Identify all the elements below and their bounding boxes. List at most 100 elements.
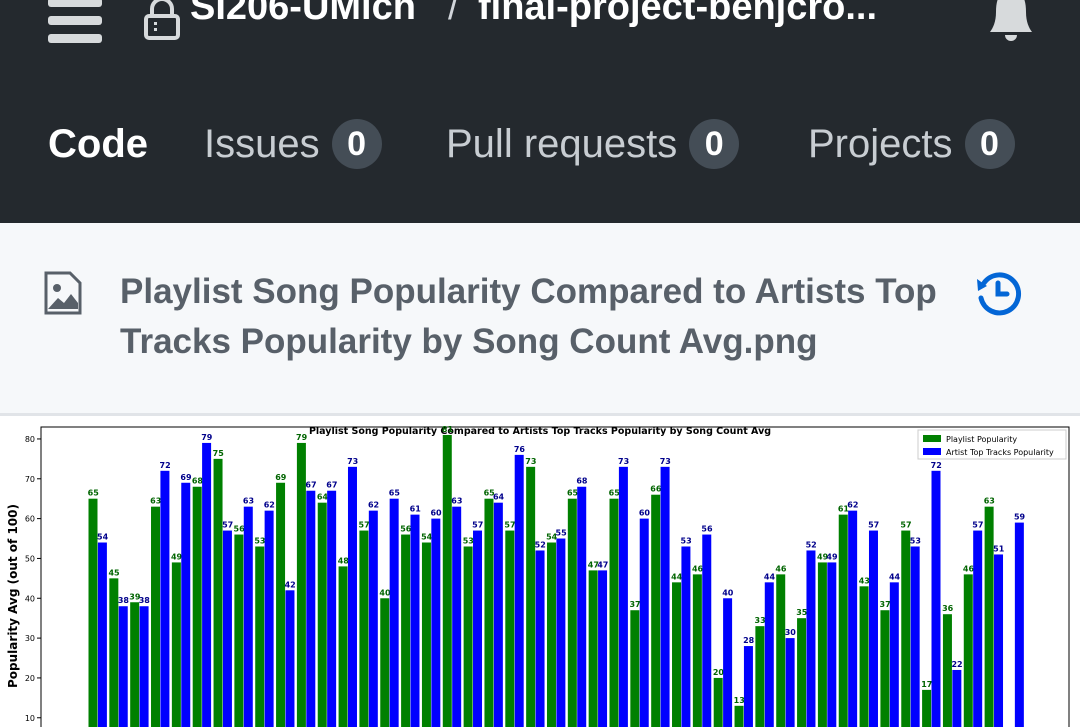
playlist-popularity-bar (984, 506, 994, 727)
playlist-value-label: 35 (796, 608, 808, 617)
artist-value-label: 69 (180, 473, 192, 482)
playlist-value-label: 17 (921, 680, 932, 689)
artist-value-label: 44 (889, 572, 901, 581)
legend-label: Playlist Popularity (946, 435, 1017, 444)
artist-value-label: 40 (722, 588, 734, 597)
tab-code[interactable]: Code (48, 118, 148, 170)
chart-title: Playlist Song Popularity Compared to Art… (309, 426, 771, 437)
artist-value-label: 72 (931, 461, 942, 470)
artist-value-label: 30 (785, 628, 797, 637)
playlist-value-label: 46 (692, 564, 704, 573)
playlist-value-label: 37 (880, 600, 891, 609)
tab-issues[interactable]: Issues 0 (204, 118, 382, 170)
playlist-value-label: 65 (567, 489, 579, 498)
playlist-value-label: 75 (213, 449, 225, 458)
playlist-value-label: 69 (275, 473, 287, 482)
playlist-popularity-bar (734, 705, 744, 727)
history-icon[interactable] (974, 269, 1022, 317)
y-tick-label: 70 (25, 475, 35, 484)
playlist-popularity-bar (588, 570, 598, 727)
artist-value-label: 57 (972, 521, 983, 530)
y-tick-label: 40 (25, 594, 35, 603)
artist-value-label: 73 (347, 457, 358, 466)
tab-code-label: Code (48, 121, 148, 166)
hamburger-menu-icon[interactable] (48, 0, 102, 44)
artist-popularity-bar (931, 470, 941, 727)
legend-swatch (923, 435, 941, 442)
playlist-value-label: 46 (775, 564, 787, 573)
playlist-popularity-bar (609, 498, 619, 727)
artist-value-label: 38 (118, 596, 130, 605)
repo-owner-link[interactable]: SI206-UMich (190, 0, 416, 29)
playlist-popularity-bar (922, 689, 932, 727)
artist-popularity-bar (139, 606, 149, 727)
playlist-popularity-bar (692, 574, 702, 727)
tab-pull-requests[interactable]: Pull requests 0 (446, 118, 740, 170)
artist-value-label: 22 (951, 660, 962, 669)
playlist-value-label: 63 (150, 497, 161, 506)
artist-popularity-bar (327, 490, 337, 727)
playlist-popularity-bar (359, 530, 369, 727)
tab-projects-label: Projects (808, 121, 953, 166)
playlist-popularity-bar (338, 566, 348, 727)
playlist-popularity-bar (213, 458, 223, 727)
playlist-popularity-bar (797, 618, 807, 727)
lock-icon (144, 0, 180, 40)
playlist-value-label: 37 (629, 600, 640, 609)
artist-value-label: 53 (910, 536, 921, 545)
artist-value-label: 56 (701, 525, 713, 534)
chart-image: Playlist Song Popularity Compared to Art… (0, 416, 1080, 727)
legend-label: Artist Top Tracks Popularity (946, 448, 1054, 457)
y-tick-label: 60 (25, 515, 35, 524)
artist-popularity-bar (868, 530, 878, 727)
artist-value-label: 65 (389, 489, 401, 498)
playlist-value-label: 56 (400, 525, 412, 534)
playlist-popularity-bar (630, 610, 640, 727)
playlist-value-label: 56 (234, 525, 246, 534)
playlist-popularity-bar (505, 530, 515, 727)
playlist-value-label: 48 (338, 556, 350, 565)
artist-value-label: 42 (285, 580, 296, 589)
artist-value-label: 67 (305, 481, 316, 490)
artist-popularity-bar (389, 498, 399, 727)
artist-value-label: 67 (326, 481, 337, 490)
tab-issues-label: Issues (204, 121, 320, 166)
playlist-popularity-bar (151, 506, 161, 727)
notifications-bell-icon[interactable] (988, 0, 1034, 42)
playlist-popularity-bar (963, 574, 973, 727)
playlist-popularity-bar (713, 677, 723, 727)
artist-value-label: 52 (806, 540, 817, 549)
artist-popularity-bar (598, 570, 608, 727)
issues-count-badge: 0 (331, 119, 382, 169)
artist-popularity-bar (764, 582, 774, 727)
playlist-popularity-bar (546, 542, 556, 727)
file-header: Playlist Song Popularity Compared to Art… (0, 223, 1080, 416)
artist-popularity-bar (514, 454, 524, 727)
playlist-popularity-bar (463, 546, 473, 727)
tab-pull-requests-label: Pull requests (446, 121, 678, 166)
playlist-popularity-bar (401, 534, 411, 727)
y-tick-label: 10 (25, 714, 35, 723)
y-tick-label: 50 (25, 554, 35, 563)
playlist-value-label: 73 (525, 457, 536, 466)
artist-value-label: 73 (618, 457, 629, 466)
artist-popularity-bar (848, 510, 858, 727)
artist-popularity-bar (556, 538, 566, 727)
tab-projects[interactable]: Projects 0 (808, 118, 1015, 170)
playlist-popularity-bar (484, 498, 494, 727)
artist-popularity-bar (160, 470, 170, 727)
playlist-value-label: 33 (755, 616, 766, 625)
artist-popularity-bar (306, 490, 316, 727)
playlist-popularity-bar (255, 546, 265, 727)
artist-popularity-bar (660, 466, 670, 727)
artist-popularity-bar (910, 546, 920, 727)
playlist-value-label: 46 (963, 564, 975, 573)
artist-popularity-bar (222, 530, 232, 727)
playlist-value-label: 45 (108, 568, 120, 577)
artist-value-label: 47 (597, 560, 608, 569)
artist-value-label: 57 (222, 521, 233, 530)
repo-name-link[interactable]: final-project-benjcro... (478, 0, 877, 29)
playlist-value-label: 63 (984, 497, 995, 506)
artist-value-label: 62 (847, 501, 858, 510)
playlist-popularity-bar (567, 498, 577, 727)
